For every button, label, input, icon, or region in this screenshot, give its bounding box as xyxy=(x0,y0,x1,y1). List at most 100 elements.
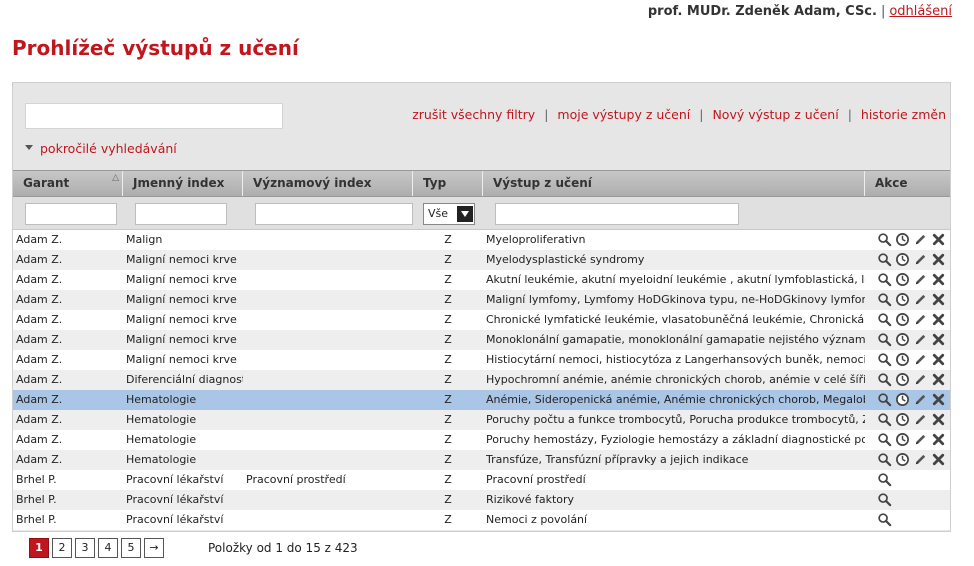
edit-icon[interactable] xyxy=(913,312,928,327)
table-row[interactable]: Brhel P. Pracovní lékařství Z Nemoci z povo… xyxy=(13,510,950,530)
search-icon[interactable] xyxy=(877,232,892,247)
filter-vyznamovy-index-input[interactable] xyxy=(255,203,413,225)
table-row[interactable]: Adam Z. Hematologie Z Anémie, Sideropenická… xyxy=(13,390,950,410)
search-icon[interactable] xyxy=(877,452,892,467)
clear-filters-link[interactable]: zrušit všechny filtry xyxy=(412,107,535,122)
edit-icon[interactable] xyxy=(913,432,928,447)
new-output-link[interactable]: Nový výstup z učení xyxy=(712,107,838,122)
page-button-4[interactable]: 4 xyxy=(98,538,118,558)
table-row[interactable]: Adam Z. Diferenciální diagnostiky Z Hypochr… xyxy=(13,370,950,390)
row-actions xyxy=(875,230,950,250)
page-button-3[interactable]: 3 xyxy=(75,538,95,558)
table-row[interactable]: Adam Z. Maligní nemoci krve Z Akutní leukém… xyxy=(13,270,950,290)
filter-jmenny-index-input[interactable] xyxy=(135,203,227,225)
edit-icon[interactable] xyxy=(913,272,928,287)
cell-garant: Adam Z. xyxy=(16,413,63,426)
history-icon[interactable] xyxy=(895,392,910,407)
cell-vystup: Myelodysplastické syndromy xyxy=(486,253,645,266)
search-icon[interactable] xyxy=(877,492,892,507)
search-icon[interactable] xyxy=(877,392,892,407)
delete-icon[interactable] xyxy=(931,432,946,447)
edit-icon[interactable] xyxy=(913,352,928,367)
page-button-2[interactable]: 2 xyxy=(52,538,72,558)
history-icon[interactable] xyxy=(895,432,910,447)
edit-icon[interactable] xyxy=(913,452,928,467)
table-row[interactable]: Brhel P. Pracovní lékařství Z Rizikové fakt… xyxy=(13,490,950,510)
delete-icon[interactable] xyxy=(931,332,946,347)
edit-icon[interactable] xyxy=(913,412,928,427)
table-row[interactable]: Adam Z. Malign Z Myeloproliferativn xyxy=(13,230,950,250)
history-icon[interactable] xyxy=(895,352,910,367)
advanced-search-toggle[interactable]: pokročilé vyhledávání xyxy=(25,141,177,156)
history-icon[interactable] xyxy=(895,332,910,347)
delete-icon[interactable] xyxy=(931,292,946,307)
history-icon[interactable] xyxy=(895,412,910,427)
search-icon[interactable] xyxy=(877,412,892,427)
search-icon[interactable] xyxy=(877,472,892,487)
column-header-jmenny-index[interactable]: Jmenný index xyxy=(123,171,243,196)
page-button-1[interactable]: 1 xyxy=(29,538,49,558)
table-row[interactable]: Adam Z. Maligní nemoci krve Z Monoklonální … xyxy=(13,330,950,350)
delete-icon[interactable] xyxy=(931,312,946,327)
table-row[interactable]: Adam Z. Hematologie Z Poruchy počtu a funkc… xyxy=(13,410,950,430)
search-icon[interactable] xyxy=(877,352,892,367)
row-actions xyxy=(875,510,950,530)
link-separator: | xyxy=(847,107,852,122)
table-row[interactable]: Adam Z. Maligní nemoci krve Z Histiocytární… xyxy=(13,350,950,370)
search-icon[interactable] xyxy=(877,252,892,267)
delete-icon[interactable] xyxy=(931,452,946,467)
search-icon[interactable] xyxy=(877,292,892,307)
main-panel: zrušit všechny filtry | moje výstupy z uče… xyxy=(12,82,951,532)
row-actions xyxy=(875,450,950,470)
history-link[interactable]: historie změn xyxy=(861,107,946,122)
page-button-5[interactable]: 5 xyxy=(121,538,141,558)
edit-icon[interactable] xyxy=(913,252,928,267)
table-row[interactable]: Adam Z. Maligní nemoci krve Z Chronické lym… xyxy=(13,310,950,330)
table-row[interactable]: Adam Z. Hematologie Z Poruchy hemostázy, Fy… xyxy=(13,430,950,450)
column-header-vyznamovy-index[interactable]: Významový index xyxy=(243,171,413,196)
search-input[interactable] xyxy=(25,103,283,129)
edit-icon[interactable] xyxy=(913,372,928,387)
search-icon[interactable] xyxy=(877,512,892,527)
my-outputs-link[interactable]: moje výstupy z učení xyxy=(557,107,690,122)
edit-icon[interactable] xyxy=(913,392,928,407)
search-icon[interactable] xyxy=(877,372,892,387)
table-row[interactable]: Adam Z. Maligní nemoci krve Z Myelodysplast… xyxy=(13,250,950,270)
search-icon[interactable] xyxy=(877,272,892,287)
filter-vystup-input[interactable] xyxy=(495,203,739,225)
history-icon[interactable] xyxy=(895,232,910,247)
delete-icon[interactable] xyxy=(931,252,946,267)
delete-icon[interactable] xyxy=(931,372,946,387)
filter-type-select[interactable]: Vše xyxy=(423,203,475,225)
history-icon[interactable] xyxy=(895,372,910,387)
row-actions xyxy=(875,270,950,290)
cell-typ: Z xyxy=(444,453,452,466)
history-icon[interactable] xyxy=(895,312,910,327)
history-icon[interactable] xyxy=(895,452,910,467)
search-icon[interactable] xyxy=(877,312,892,327)
edit-icon[interactable] xyxy=(913,332,928,347)
edit-icon[interactable] xyxy=(913,232,928,247)
delete-icon[interactable] xyxy=(931,232,946,247)
table-row[interactable]: Brhel P. Pracovní lékařství Pracovní prost… xyxy=(13,470,950,490)
history-icon[interactable] xyxy=(895,252,910,267)
next-page-button[interactable]: → xyxy=(144,538,164,558)
delete-icon[interactable] xyxy=(931,272,946,287)
column-header-typ[interactable]: Typ xyxy=(413,171,483,196)
table-row[interactable]: Adam Z. Hematologie Z Transfúze, Transfúzní… xyxy=(13,450,950,470)
history-icon[interactable] xyxy=(895,292,910,307)
logout-link[interactable]: odhlášení xyxy=(889,4,952,19)
delete-icon[interactable] xyxy=(931,352,946,367)
edit-icon[interactable] xyxy=(913,292,928,307)
column-header-vystup[interactable]: Výstup z učení xyxy=(483,171,865,196)
search-icon[interactable] xyxy=(877,332,892,347)
delete-icon[interactable] xyxy=(931,392,946,407)
link-separator: | xyxy=(699,107,704,122)
column-header-garant[interactable]: Garant △ xyxy=(13,171,123,196)
table-row[interactable]: Adam Z. Maligní nemoci krve Z Maligní lymfo… xyxy=(13,290,950,310)
delete-icon[interactable] xyxy=(931,412,946,427)
cell-typ: Z xyxy=(444,473,452,486)
history-icon[interactable] xyxy=(895,272,910,287)
filter-garant-input[interactable] xyxy=(25,203,117,225)
search-icon[interactable] xyxy=(877,432,892,447)
